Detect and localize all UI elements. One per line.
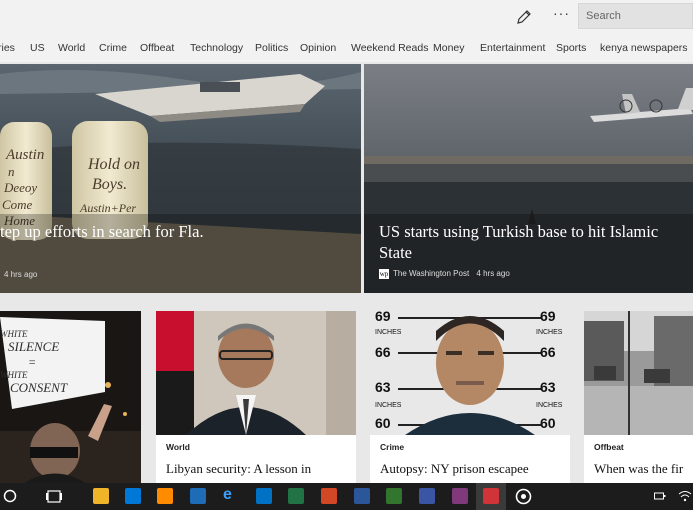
file-explorer-icon[interactable] bbox=[93, 488, 109, 504]
hero-image-aircraft bbox=[364, 64, 693, 293]
story-card-world[interactable]: World Libyan security: A lesson in bbox=[156, 311, 356, 486]
card-image-street bbox=[584, 311, 693, 435]
nav-item-politics[interactable]: Politics bbox=[255, 42, 288, 54]
news-app-window: ··· ries US World Crime Offbeat Technolo… bbox=[0, 0, 693, 510]
nav-item-crime[interactable]: Crime bbox=[99, 42, 127, 54]
hero-source: wp The Washington Post 4 hrs ago bbox=[379, 269, 510, 279]
washington-post-logo-icon: wp bbox=[379, 269, 389, 279]
card-category[interactable]: World bbox=[166, 442, 190, 452]
card-title[interactable]: Autopsy: NY prison escapee bbox=[380, 461, 529, 477]
more-options-button[interactable]: ··· bbox=[553, 5, 570, 21]
svg-text:Come: Come bbox=[2, 197, 33, 212]
nav-item-stories[interactable]: ries bbox=[0, 42, 15, 54]
project-icon[interactable] bbox=[386, 488, 402, 504]
nav-item-money[interactable]: Money bbox=[433, 42, 465, 54]
nav-item-weekend-reads[interactable]: Weekend Reads bbox=[351, 42, 428, 54]
hero-headline-line1[interactable]: US starts using Turkish base to hit Isla… bbox=[379, 221, 658, 242]
nav-item-entertainment[interactable]: Entertainment bbox=[480, 42, 545, 54]
story-card-protest[interactable]: WHITE SILENCE = WHITE CONSENT bbox=[0, 311, 141, 486]
hero-headline[interactable]: tep up efforts in search for Fla. bbox=[0, 221, 204, 242]
search-box[interactable] bbox=[578, 3, 693, 29]
nav-item-opinion[interactable]: Opinion bbox=[300, 42, 336, 54]
story-card-offbeat[interactable]: Offbeat When was the fir bbox=[584, 311, 693, 486]
nav-item-technology[interactable]: Technology bbox=[190, 42, 243, 54]
card-title[interactable]: When was the fir bbox=[594, 461, 683, 477]
protest-sign: WHITE SILENCE = WHITE CONSENT bbox=[0, 329, 68, 395]
hero-timestamp: 4 hrs ago bbox=[476, 269, 510, 279]
visio-icon[interactable] bbox=[419, 488, 435, 504]
battery-icon[interactable] bbox=[654, 491, 666, 501]
wifi-icon[interactable] bbox=[678, 490, 692, 502]
svg-text:Boys.: Boys. bbox=[92, 176, 127, 193]
groove-icon[interactable] bbox=[515, 488, 532, 505]
store-icon[interactable] bbox=[125, 488, 141, 504]
card-category[interactable]: Crime bbox=[380, 442, 404, 452]
cortana-icon[interactable] bbox=[3, 489, 17, 503]
card-image-libya bbox=[156, 311, 356, 435]
powerpoint-icon[interactable] bbox=[321, 488, 337, 504]
story-card-crime[interactable]: 69 INCHES 66 63 INCHES 60 69 INCHES 66 6… bbox=[370, 311, 570, 486]
excel-icon[interactable] bbox=[288, 488, 304, 504]
nav-item-sports[interactable]: Sports bbox=[556, 42, 586, 54]
svg-text:Austin+Per: Austin+Per bbox=[79, 201, 136, 215]
nav-item-kenya-newspapers[interactable]: kenya newspapers bbox=[600, 42, 688, 54]
hero-story-left[interactable]: Austin n Deeoy Come Home Hold on Boys. A… bbox=[0, 64, 361, 293]
category-nav: ries US World Crime Offbeat Technology P… bbox=[0, 34, 693, 62]
nav-item-world[interactable]: World bbox=[58, 42, 85, 54]
onenote-icon[interactable] bbox=[452, 488, 468, 504]
svg-text:Hold on: Hold on bbox=[87, 156, 140, 173]
hero-headline-line2[interactable]: State bbox=[379, 242, 412, 263]
app-header: ··· bbox=[0, 0, 693, 34]
task-view-icon[interactable] bbox=[46, 490, 62, 503]
search-input[interactable] bbox=[579, 4, 692, 28]
nav-item-us[interactable]: US bbox=[30, 42, 45, 54]
desktop-icon[interactable] bbox=[190, 488, 206, 504]
hero-timestamp: 4 hrs ago bbox=[4, 270, 38, 279]
outlook-icon[interactable] bbox=[256, 488, 272, 504]
card-category[interactable]: Offbeat bbox=[594, 442, 624, 452]
edge-icon[interactable]: e bbox=[223, 486, 239, 503]
svg-text:Austin: Austin bbox=[5, 147, 44, 163]
card-title[interactable]: Libyan security: A lesson in bbox=[166, 461, 311, 477]
svg-text:Deeoy: Deeoy bbox=[3, 180, 37, 195]
photos-icon[interactable] bbox=[157, 488, 173, 504]
news-icon[interactable] bbox=[483, 488, 499, 504]
hero-image-candles: Austin n Deeoy Come Home Hold on Boys. A… bbox=[0, 64, 361, 293]
pencil-icon[interactable] bbox=[514, 7, 534, 27]
svg-text:n: n bbox=[8, 164, 15, 179]
nav-item-offbeat[interactable]: Offbeat bbox=[140, 42, 174, 54]
hero-story-right[interactable]: US starts using Turkish base to hit Isla… bbox=[364, 64, 693, 293]
windows-taskbar: e bbox=[0, 483, 693, 510]
word-icon[interactable] bbox=[354, 488, 370, 504]
hero-source-name: The Washington Post bbox=[393, 269, 470, 279]
